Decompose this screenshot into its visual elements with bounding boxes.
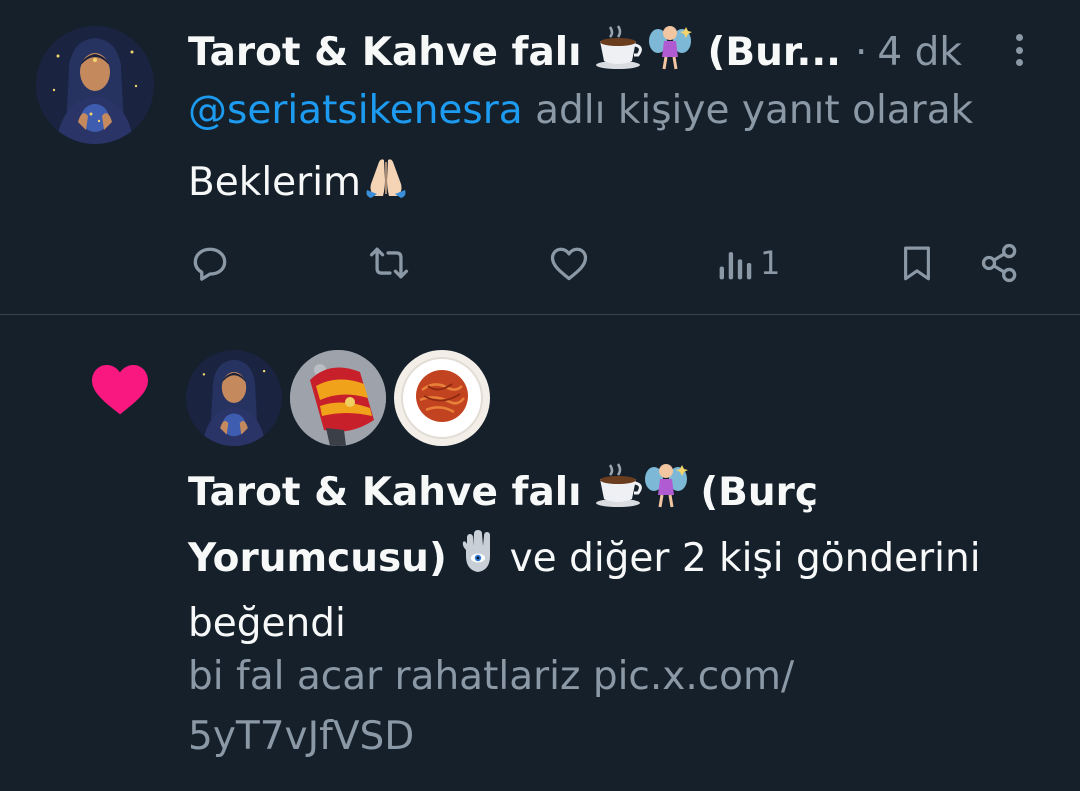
views-button[interactable]: 1 — [716, 238, 780, 288]
liked-tweet-snippet[interactable]: bi fal acar rahatlariz pic.x.com/ 5yT7vJ… — [188, 647, 1038, 767]
reply-context-text: adlı kişiye yanıt olarak — [535, 88, 974, 133]
display-name-suffix[interactable]: (Bur... — [708, 30, 841, 75]
action-bar: 1 — [0, 238, 1080, 288]
liker-name[interactable]: Tarot & Kahve falı — [188, 470, 582, 515]
views-icon — [716, 241, 756, 285]
reply-tweet[interactable]: Tarot & Kahve falı (Bur... · 4 dk @seria… — [0, 0, 1080, 314]
tweet-text: Beklerim — [188, 154, 409, 210]
liker-name-suffix[interactable]: (Burç — [700, 470, 818, 515]
reply-icon[interactable] — [188, 238, 232, 288]
liked-text: beğendi — [188, 601, 346, 646]
avatar[interactable] — [36, 26, 154, 144]
avatar[interactable] — [186, 350, 282, 446]
fairy-emoji-icon — [644, 461, 688, 528]
reply-context: @seriatsikenesra adlı kişiye yanıt olara… — [188, 88, 973, 133]
coffee-emoji-icon — [594, 25, 644, 79]
snippet-line-2: 5yT7vJfVSD — [188, 714, 415, 759]
hamsa-icon — [459, 528, 497, 593]
heart-icon[interactable] — [547, 238, 591, 288]
liker-avatars — [186, 350, 490, 446]
timeline: Tarot & Kahve falı (Bur... · 4 dk @seria… — [0, 0, 1080, 791]
liker-name-end[interactable]: Yorumcusu) — [188, 536, 447, 581]
snippet-line-1: bi fal acar rahatlariz pic.x.com/ — [188, 654, 795, 699]
separator: · — [854, 29, 868, 75]
views-count: 1 — [760, 244, 781, 282]
more-icon[interactable] — [1004, 30, 1034, 70]
retweet-icon[interactable] — [366, 238, 412, 288]
display-name[interactable]: Tarot & Kahve falı — [188, 30, 582, 75]
tweet-text-content: Beklerim — [188, 159, 362, 205]
like-notification[interactable]: Tarot & Kahve falı (Burç Yorumcusu) ve d… — [0, 315, 1080, 791]
share-icon[interactable] — [978, 238, 1022, 288]
mention-link[interactable]: @seriatsikenesra — [188, 88, 523, 133]
others-text: ve diğer 2 kişi gönderini — [509, 536, 981, 581]
praying-hands-icon — [363, 154, 409, 210]
avatar[interactable] — [394, 350, 490, 446]
tweet-header: Tarot & Kahve falı (Bur... · 4 dk — [188, 24, 962, 80]
fairy-emoji-icon — [648, 23, 692, 81]
heart-filled-icon — [88, 361, 152, 421]
bookmark-icon[interactable] — [896, 238, 938, 288]
notification-text: Tarot & Kahve falı (Burç Yorumcusu) ve d… — [188, 461, 1038, 655]
timestamp[interactable]: 4 dk — [877, 30, 962, 75]
avatar[interactable] — [290, 350, 386, 446]
coffee-emoji-icon — [594, 463, 644, 526]
